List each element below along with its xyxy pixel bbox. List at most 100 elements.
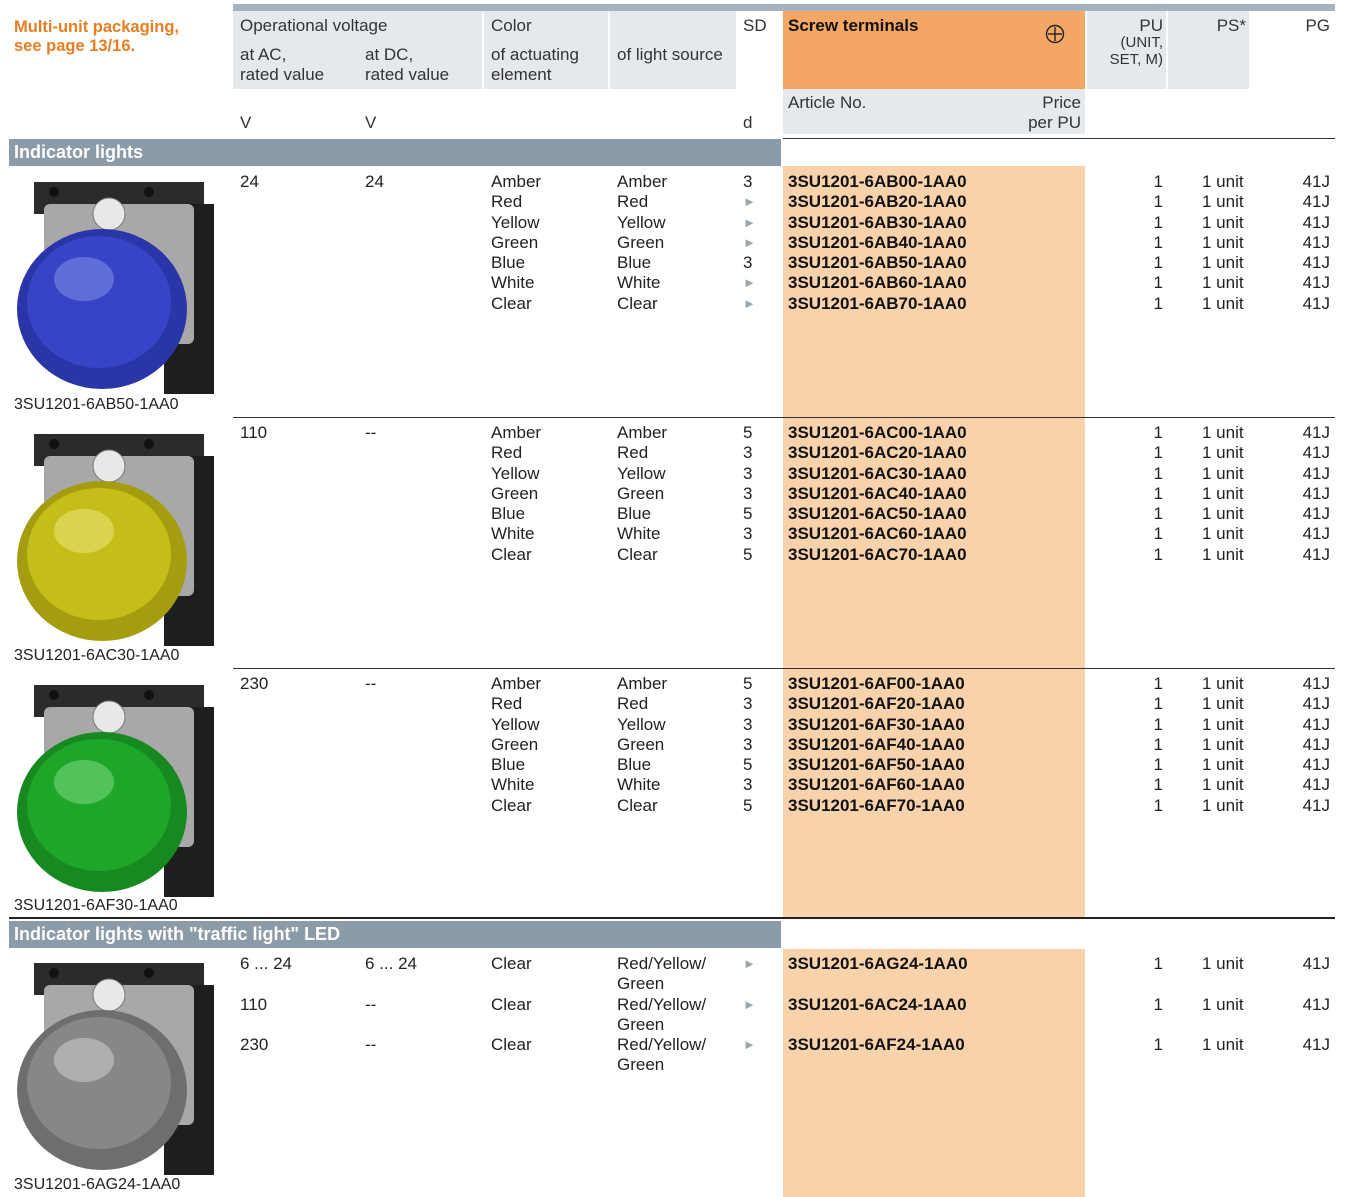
article-number[interactable]: 3SU1201-6AF20-1AA0 bbox=[788, 694, 965, 714]
pu-value: 1 bbox=[1153, 714, 1163, 734]
pu-value: 1 bbox=[1153, 995, 1163, 1014]
actuating-color: Amber bbox=[491, 674, 542, 693]
unit-v-ac: V bbox=[240, 113, 252, 132]
actuating-label-2: element bbox=[491, 65, 552, 84]
pg-list: 41J 41J 41J 41J 41J 41J 41J bbox=[1260, 674, 1330, 816]
pu-value: 1 bbox=[1153, 674, 1163, 693]
article-number[interactable]: 3SU1201-6AB50-1AA0 bbox=[788, 253, 967, 273]
unit-d: d bbox=[743, 113, 753, 132]
sd-value: 3 bbox=[743, 463, 753, 483]
ps-value: 1 unit bbox=[1202, 755, 1244, 775]
sd-value: 5 bbox=[743, 755, 753, 775]
ps-value: 1 unit bbox=[1202, 734, 1244, 754]
unit-v-dc: V bbox=[365, 113, 377, 132]
article-number[interactable]: 3SU1201-6AC30-1AA0 bbox=[788, 464, 967, 484]
pg-value: 41J bbox=[1302, 483, 1330, 503]
preferred-type-icon: ► bbox=[743, 194, 756, 210]
article-number[interactable]: 3SU1201-6AB70-1AA0 bbox=[788, 294, 967, 314]
light-source-list: Amber Red Yellow Green Blue White Clear bbox=[617, 423, 667, 565]
article-number[interactable]: 3SU1201-6AF60-1AA0 bbox=[788, 775, 965, 795]
sd-value: 3 bbox=[743, 694, 753, 714]
section-title-text: Indicator lights bbox=[14, 142, 144, 162]
article-number[interactable]: 3SU1201-6AB60-1AA0 bbox=[788, 273, 967, 293]
pg-value: 41J bbox=[1302, 995, 1330, 1014]
light-source-color: Amber bbox=[617, 172, 668, 191]
ps-label: PS* bbox=[1216, 16, 1246, 35]
pg-label: PG bbox=[1305, 16, 1330, 35]
article-number[interactable]: 3SU1201-6AC40-1AA0 bbox=[788, 484, 967, 504]
article-number[interactable]: 3SU1201-6AF40-1AA0 bbox=[788, 735, 965, 755]
article-no-label: Article No. bbox=[788, 93, 867, 112]
ps-value: 1 unit bbox=[1202, 995, 1244, 1014]
ps-value: 1 unit bbox=[1202, 694, 1244, 714]
article-number[interactable]: 3SU1201-6AB30-1AA0 bbox=[788, 213, 967, 233]
article-number[interactable]: 3SU1201-6AF24-1AA0 bbox=[788, 1035, 965, 1055]
ps-value: 1 unit bbox=[1202, 795, 1244, 815]
screw-terminal-icon bbox=[1045, 24, 1065, 44]
pu-label-2: (UNIT, bbox=[1120, 34, 1164, 51]
ps-value: 1 unit bbox=[1202, 172, 1244, 191]
note-line-1: Multi-unit packaging, bbox=[14, 18, 179, 36]
actuating-label: of actuating bbox=[491, 45, 579, 64]
header-top-bar bbox=[233, 4, 1335, 11]
article-number[interactable]: 3SU1201-6AG24-1AA0 bbox=[788, 954, 968, 974]
ps-value: 1 unit bbox=[1202, 544, 1244, 564]
article-number[interactable]: 3SU1201-6AC20-1AA0 bbox=[788, 443, 967, 463]
actuating-color: Red bbox=[491, 694, 523, 714]
article-number[interactable]: 3SU1201-6AB20-1AA0 bbox=[788, 192, 967, 212]
light-source-color: Amber bbox=[617, 674, 668, 693]
actuating-color: Clear bbox=[491, 293, 532, 313]
pg-value: 41J bbox=[1302, 795, 1330, 815]
article-number[interactable]: 3SU1201-6AC60-1AA0 bbox=[788, 524, 967, 544]
dc-voltage: -- bbox=[365, 423, 377, 442]
ps-value: 1 unit bbox=[1202, 253, 1244, 273]
ps-value: 1 unit bbox=[1202, 212, 1244, 232]
actuating-color-list: Amber Red Yellow Green Blue White Clear bbox=[491, 423, 541, 565]
article-number[interactable]: 3SU1201-6AF30-1AA0 bbox=[788, 715, 965, 735]
article-number[interactable]: 3SU1201-6AB40-1AA0 bbox=[788, 233, 967, 253]
ps-value: 1 unit bbox=[1202, 954, 1244, 973]
light-source-color: Clear bbox=[617, 544, 658, 564]
pu-value: 1 bbox=[1153, 775, 1163, 795]
light-source-color-2: Green bbox=[617, 974, 665, 993]
sd-list: 5 3 3 3 5 3 5 bbox=[743, 423, 752, 565]
article-number[interactable]: 3SU1201-6AF00-1AA0 bbox=[788, 674, 965, 694]
pu-list: 1 1 1 1 1 1 1 bbox=[1100, 674, 1163, 816]
light-source-color: Blue bbox=[617, 504, 652, 524]
article-number[interactable]: 3SU1201-6AC00-1AA0 bbox=[788, 423, 967, 443]
actuating-color: Clear bbox=[491, 544, 532, 564]
article-number[interactable]: 3SU1201-6AC70-1AA0 bbox=[788, 545, 967, 565]
preferred-type-icon: ► bbox=[743, 956, 756, 971]
pilot-light-image bbox=[14, 426, 219, 653]
pu-value: 1 bbox=[1153, 293, 1163, 313]
light-source-list: Amber Red Yellow Green Blue White Clear bbox=[617, 172, 667, 314]
light-source-color: Clear bbox=[617, 293, 658, 313]
article-number[interactable]: 3SU1201-6AB00-1AA0 bbox=[788, 172, 967, 192]
article-number[interactable]: 3SU1201-6AC24-1AA0 bbox=[788, 995, 967, 1015]
article-number[interactable]: 3SU1201-6AF70-1AA0 bbox=[788, 796, 965, 816]
light-source-color: White bbox=[617, 524, 661, 544]
pu-value: 1 bbox=[1153, 172, 1163, 191]
actuating-color: Green bbox=[491, 232, 539, 252]
actuating-color: Blue bbox=[491, 755, 526, 775]
dc-voltage: -- bbox=[365, 995, 377, 1014]
article-list: 3SU1201-6AC00-1AA0 3SU1201-6AC20-1AA0 3S… bbox=[788, 423, 967, 565]
pu-value: 1 bbox=[1153, 504, 1163, 524]
actuating-color: Amber bbox=[491, 423, 542, 442]
pg-value: 41J bbox=[1302, 463, 1330, 483]
light-source-color: Green bbox=[617, 483, 665, 503]
pu-list: 1 1 1 1 1 1 1 bbox=[1100, 172, 1163, 314]
sd-list: 3 ► ► ► 3 ► ► bbox=[743, 172, 756, 314]
article-number[interactable]: 3SU1201-6AF50-1AA0 bbox=[788, 755, 965, 775]
ac-voltage: 6 ... 24 bbox=[240, 954, 292, 973]
ps-list: 1 unit 1 unit 1 unit 1 unit 1 unit 1 uni… bbox=[1202, 674, 1244, 816]
pu-value: 1 bbox=[1153, 755, 1163, 775]
light-source-color: Green bbox=[617, 232, 665, 252]
table-row: 110 -- Clear Red/Yellow/ Green ► 3SU1201… bbox=[0, 995, 1345, 1035]
preferred-type-icon: ► bbox=[743, 295, 756, 311]
op-voltage-label: Operational voltage bbox=[240, 16, 388, 35]
color-label: Color bbox=[491, 16, 532, 35]
section-title-indicator-lights: Indicator lights bbox=[9, 139, 781, 166]
article-number[interactable]: 3SU1201-6AC50-1AA0 bbox=[788, 504, 967, 524]
light-source-color: Red bbox=[617, 192, 649, 212]
